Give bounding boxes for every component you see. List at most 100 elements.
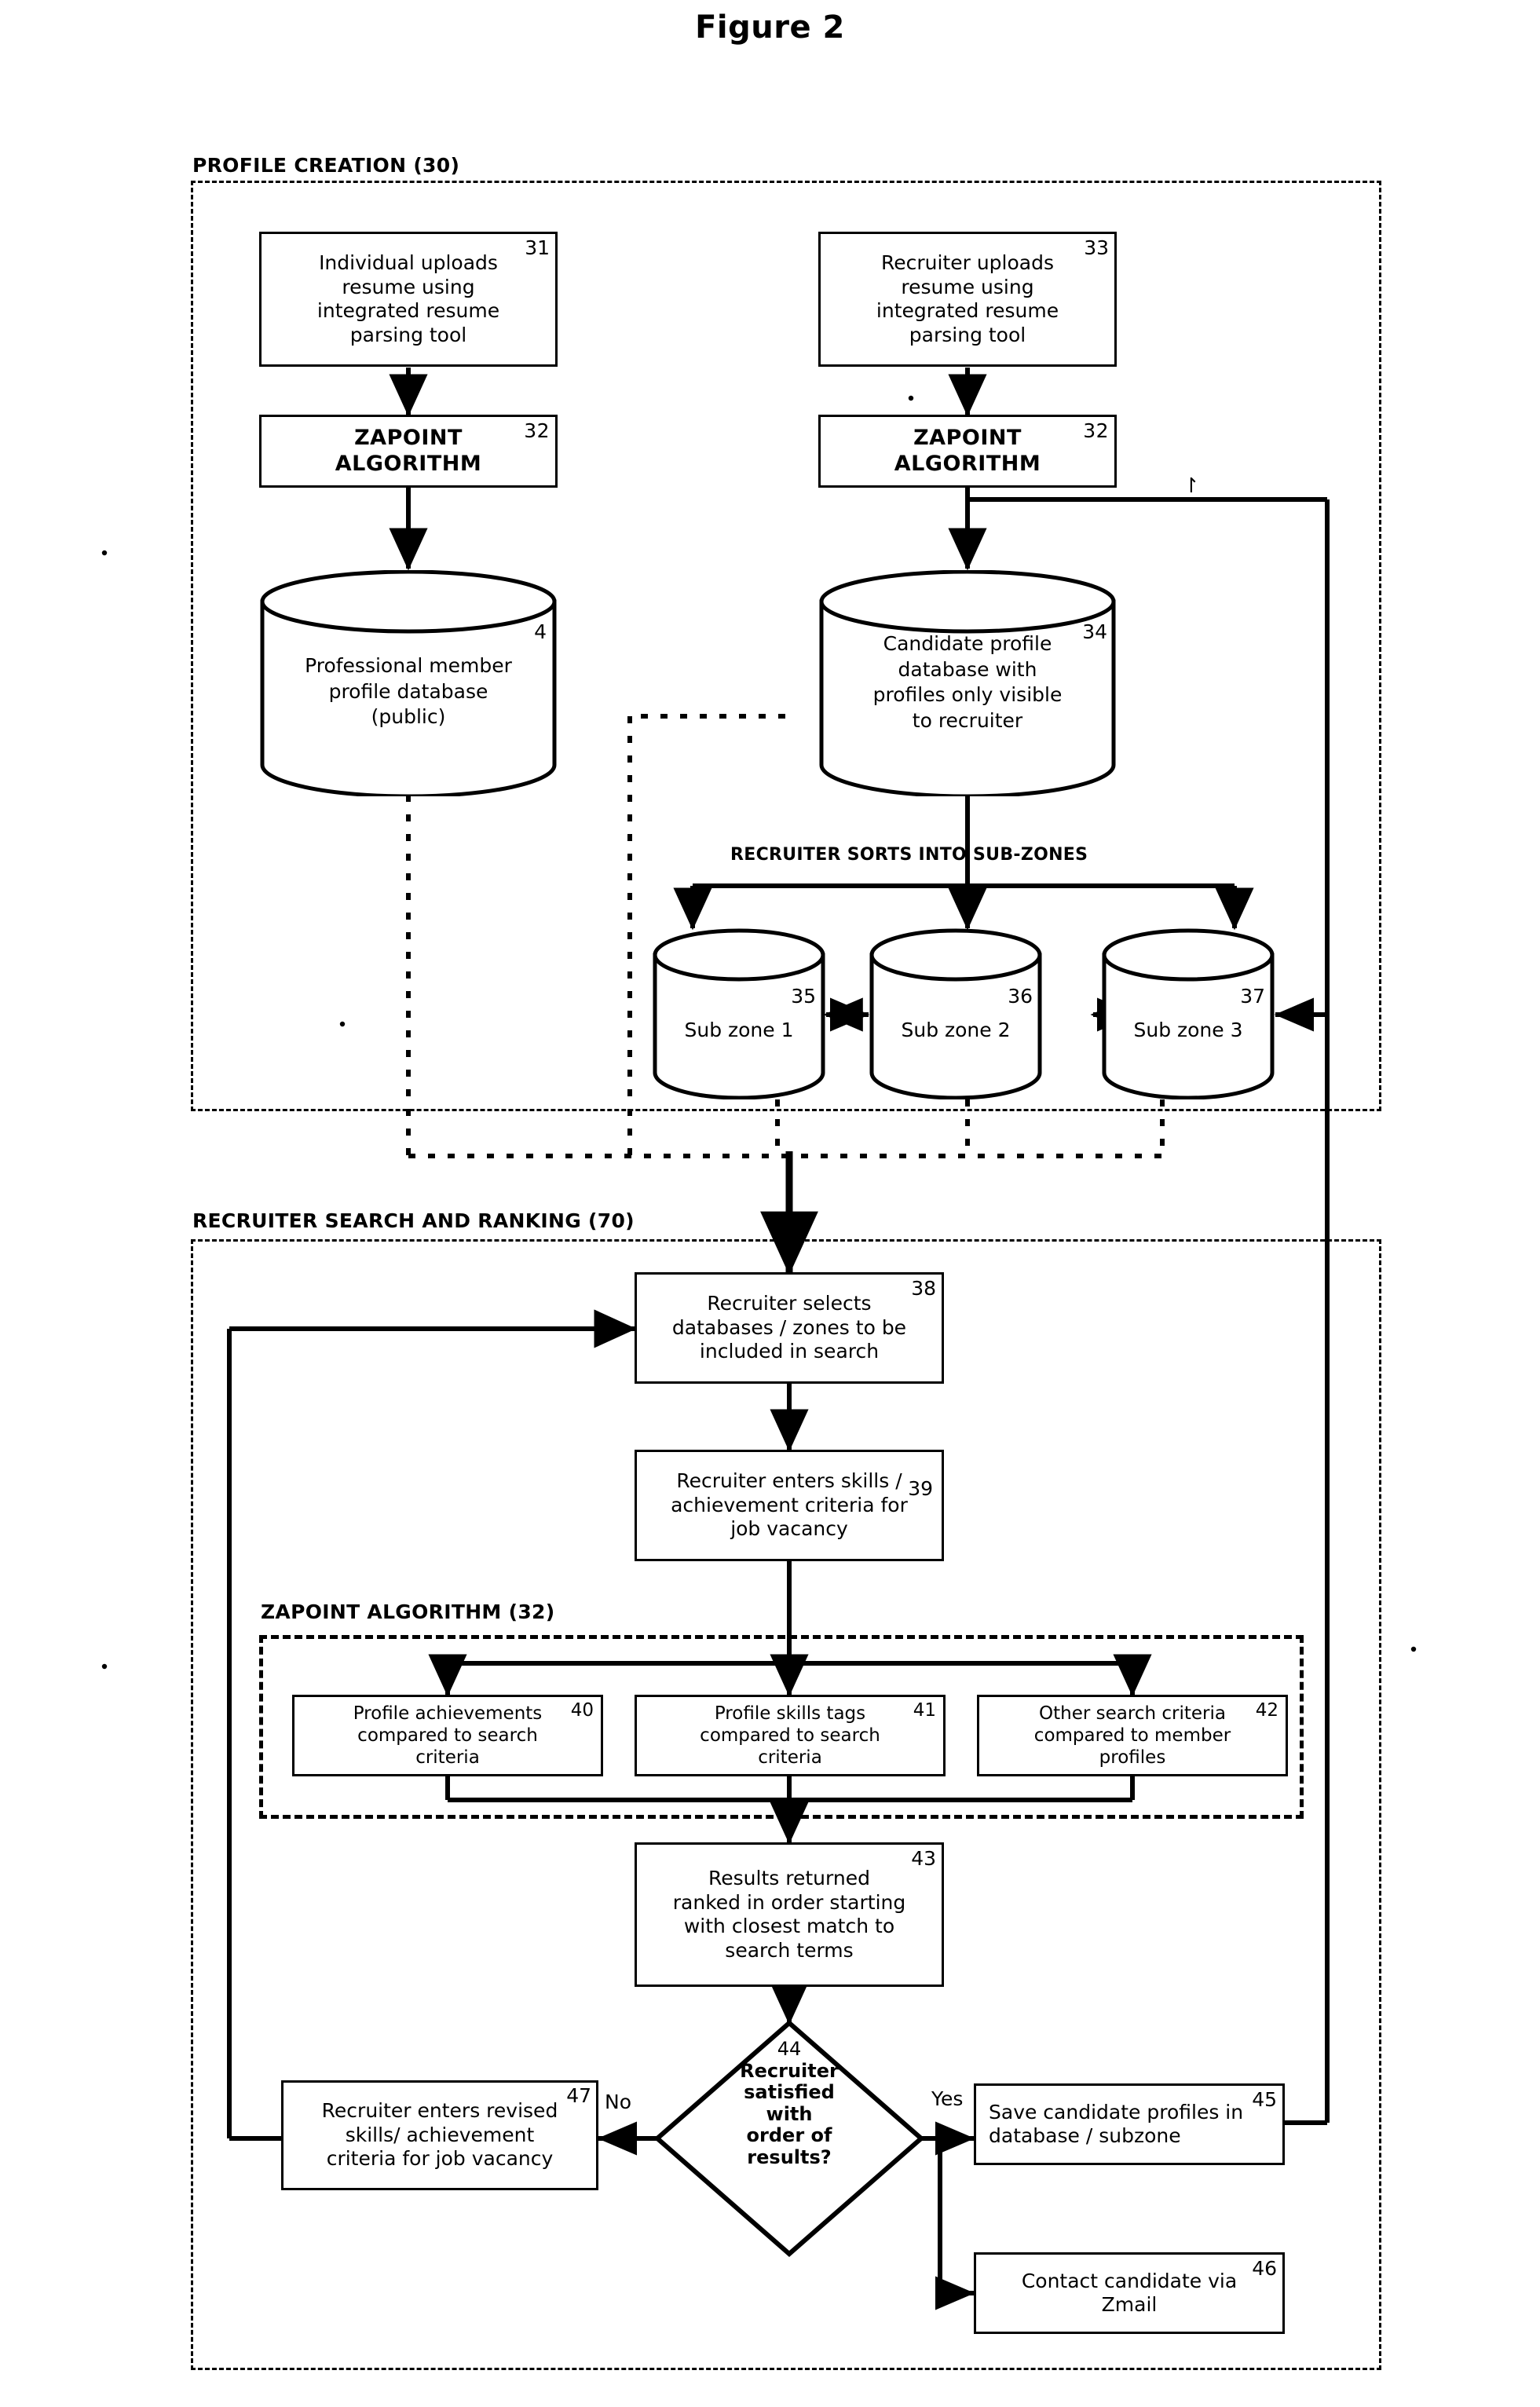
box-40-line-3: criteria (415, 1747, 480, 1769)
ref-number-40: 40 (570, 1700, 594, 1721)
db-candidate-line-3: profiles only visible (872, 683, 1063, 706)
box-33-line-4: parsing tool (909, 323, 1026, 346)
box-43-line-3: with closest match to (683, 1915, 895, 1937)
db-public-line-3: (public) (371, 705, 446, 728)
box-38-line-1: Recruiter selects (707, 1292, 872, 1315)
db-candidate-line-4: to recruiter (912, 708, 1023, 732)
box-38-line-3: included in search (699, 1340, 880, 1363)
decision-diamond-44[interactable]: 44 Recruiter satisfied with order of res… (695, 2038, 883, 2169)
box-41-line-2: compared to search (700, 1725, 880, 1746)
ref-number-public-db: 4 (534, 620, 547, 643)
process-box-38[interactable]: Recruiter selects databases / zones to b… (635, 1272, 944, 1384)
diamond-44-line-3: with (766, 2102, 813, 2125)
box-31-line-1: Individual uploads (319, 251, 498, 274)
box-45-line-2: database / subzone (989, 2124, 1181, 2147)
box-31-line-4: parsing tool (349, 323, 467, 346)
box-31-line-2: resume using (342, 275, 475, 298)
ref-number-31: 31 (525, 236, 550, 259)
ref-number-33: 33 (1084, 236, 1109, 259)
database-cylinder-public[interactable]: Professional member profile database (pu… (259, 570, 558, 796)
ref-number-candidate-db: 34 (1082, 620, 1107, 643)
db-public-line-1: Professional member (305, 654, 512, 677)
process-box-32-right[interactable]: ZAPOINT ALGORITHM 32 (818, 415, 1117, 488)
ref-number-41: 41 (913, 1700, 936, 1721)
zone-recruiter-search-label: RECRUITER SEARCH AND RANKING (70) (192, 1209, 635, 1232)
process-box-40[interactable]: Profile achievements compared to search … (292, 1695, 603, 1776)
ref-number-43: 43 (911, 1847, 936, 1870)
database-cylinder-subzone-3[interactable]: Sub zone 3 37 (1101, 928, 1275, 1099)
box-42-line-1: Other search criteria (1039, 1703, 1226, 1724)
box-33-line-2: resume using (901, 275, 1034, 298)
database-cylinder-candidate[interactable]: Candidate profile database with profiles… (818, 570, 1117, 796)
ref-number-45: 45 (1252, 2088, 1277, 2111)
box-41-line-3: criteria (758, 1747, 822, 1769)
ref-number-38: 38 (911, 1277, 936, 1300)
box-43-line-4: search terms (725, 1938, 854, 1962)
db-public-line-2: profile database (328, 679, 488, 703)
process-box-45[interactable]: Save candidate profiles in database / su… (974, 2083, 1285, 2165)
box-47-line-3: criteria for job vacancy (326, 2147, 554, 2171)
box-32-left-line-1: ZAPOINT (354, 425, 463, 450)
zone-zapoint-algorithm-label: ZAPOINT ALGORITHM (32) (261, 1600, 555, 1623)
box-43-line-1: Results returned (708, 1867, 870, 1889)
figure-page: Figure 2 PROFILE CREATION (30) RECRUITER… (0, 0, 1540, 2407)
process-box-39[interactable]: Recruiter enters skills / achievement cr… (635, 1450, 944, 1561)
ref-number-subzone-1: 35 (791, 985, 816, 1008)
process-box-32-left[interactable]: ZAPOINT ALGORITHM 32 (259, 415, 558, 488)
process-box-33[interactable]: Recruiter uploads resume using integrate… (818, 232, 1117, 367)
diamond-44-line-1: Recruiter (740, 2059, 839, 2082)
page-title: Figure 2 (695, 9, 845, 46)
box-45-line-1: Save candidate profiles in (989, 2100, 1244, 2124)
box-46-line-1: Contact candidate via (1021, 2269, 1238, 2292)
box-43-line-2: ranked in order starting (672, 1890, 906, 1914)
process-box-31[interactable]: Individual uploads resume using integrat… (259, 232, 558, 367)
ref-number-subzone-2: 36 (1008, 985, 1033, 1008)
box-39-line-2: achievement criteria for (671, 1493, 908, 1516)
box-47-line-1: Recruiter enters revised (321, 2099, 558, 2123)
decision-label-no: No (605, 2091, 631, 2113)
process-box-46[interactable]: Contact candidate via Zmail 46 (974, 2252, 1285, 2334)
box-46-line-2: Zmail (1101, 2293, 1158, 2316)
zone-profile-creation-label: PROFILE CREATION (30) (192, 154, 460, 177)
subzone-3-label: Sub zone 3 (1133, 1019, 1243, 1041)
box-41-line-1: Profile skills tags (714, 1703, 866, 1724)
box-38-line-2: databases / zones to be (671, 1315, 907, 1339)
db-candidate-line-2: database with (898, 657, 1037, 681)
db-candidate-line-1: Candidate profile (883, 632, 1052, 655)
subzone-1-label: Sub zone 1 (684, 1019, 794, 1041)
process-box-42[interactable]: Other search criteria compared to member… (977, 1695, 1288, 1776)
box-39-line-3: job vacancy (730, 1517, 848, 1541)
diamond-44-line-5: results? (747, 2145, 832, 2168)
subzone-2-label: Sub zone 2 (901, 1019, 1011, 1041)
edge-label-sorts-into-subzones: RECRUITER SORTS INTO SUB-ZONES (730, 845, 1088, 865)
database-cylinder-subzone-1[interactable]: Sub zone 1 35 (652, 928, 826, 1099)
database-cylinder-subzone-2[interactable]: Sub zone 2 36 (869, 928, 1043, 1099)
box-40-line-2: compared to search (357, 1725, 538, 1746)
process-box-41[interactable]: Profile skills tags compared to search c… (635, 1695, 946, 1776)
decision-label-yes: Yes (931, 2087, 964, 2110)
ref-number-44: 44 (777, 2038, 802, 2060)
box-32-right-line-1: ZAPOINT (913, 425, 1022, 450)
box-47-line-2: skills/ achievement (345, 2123, 535, 2146)
process-box-43[interactable]: Results returned ranked in order startin… (635, 1842, 944, 1987)
box-31-line-3: integrated resume (316, 299, 500, 322)
box-32-right-line-2: ALGORITHM (894, 451, 1041, 476)
box-33-line-1: Recruiter uploads (880, 251, 1055, 274)
diamond-44-line-4: order of (746, 2124, 832, 2147)
box-42-line-2: compared to member (1033, 1725, 1231, 1746)
diamond-44-line-2: satisfied (744, 2081, 835, 2104)
box-33-line-3: integrated resume (876, 299, 1059, 322)
box-39-line-1: Recruiter enters skills / (676, 1469, 902, 1493)
ref-number-32-left: 32 (524, 419, 550, 442)
ref-number-42: 42 (1255, 1700, 1278, 1721)
scan-artifact-tick: ↾ (1183, 474, 1200, 498)
box-32-left-line-2: ALGORITHM (335, 451, 482, 476)
ref-number-subzone-3: 37 (1240, 985, 1265, 1008)
ref-number-39: 39 (908, 1477, 933, 1500)
ref-number-32-right: 32 (1083, 419, 1109, 442)
process-box-47[interactable]: Recruiter enters revised skills/ achieve… (281, 2080, 598, 2190)
ref-number-47: 47 (566, 2084, 591, 2107)
box-40-line-1: Profile achievements (353, 1703, 543, 1724)
ref-number-46: 46 (1252, 2257, 1277, 2280)
box-42-line-3: profiles (1099, 1747, 1166, 1769)
